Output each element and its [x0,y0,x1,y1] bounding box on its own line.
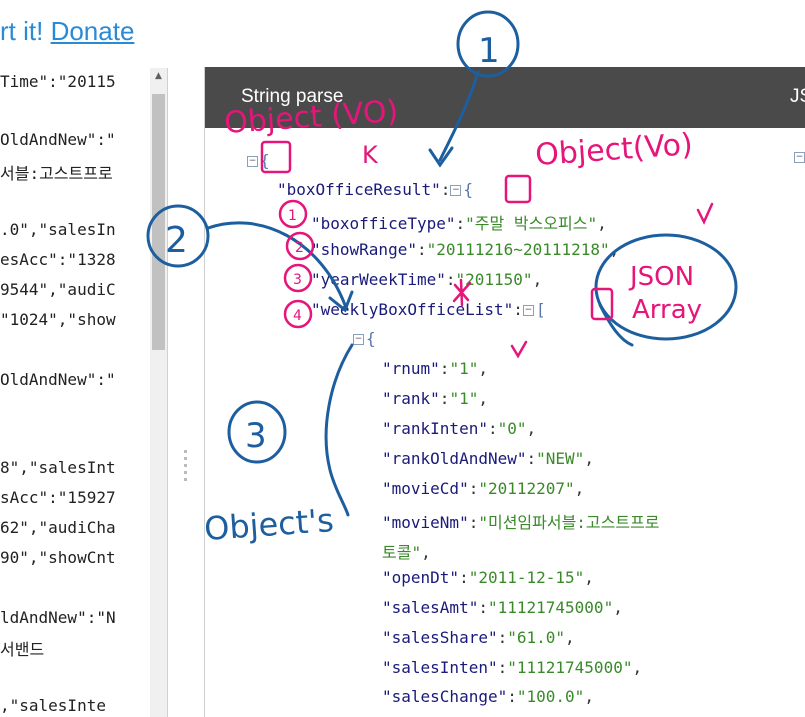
annotation-object-vo-1: Object (VO) [223,94,399,141]
annotation-object-vo-2: Object(Vo) [534,127,694,173]
annotation-field-num-3: 3 [293,272,302,288]
annotation-num-3: 3 [245,416,267,456]
annotation-num-2: 2 [165,220,188,261]
annotation-objects: Object's [203,501,335,548]
annotation-k: K [362,141,379,169]
annotation-star [452,278,472,307]
annotation-box-inner-brace [504,174,532,204]
handwritten-annotations: Object (VO) K Object(Vo) JSON Array 1 2 … [146,10,738,548]
annotation-arrow-2 [206,221,347,307]
annotation-bracket-3 [324,343,354,517]
annotation-num-1: 1 [478,31,500,71]
annotation-check-2 [510,340,528,359]
annotation-check-1 [696,202,714,225]
annotation-arrow-1 [438,70,480,162]
annotation-box-root-brace [260,140,292,174]
annotation-array: Array [632,295,702,325]
annotation-field-num-1: 1 [288,208,297,224]
annotation-field-num-4: 4 [293,308,302,324]
annotation-field-num-2: 2 [295,240,304,256]
annotation-json: JSON [628,262,694,292]
